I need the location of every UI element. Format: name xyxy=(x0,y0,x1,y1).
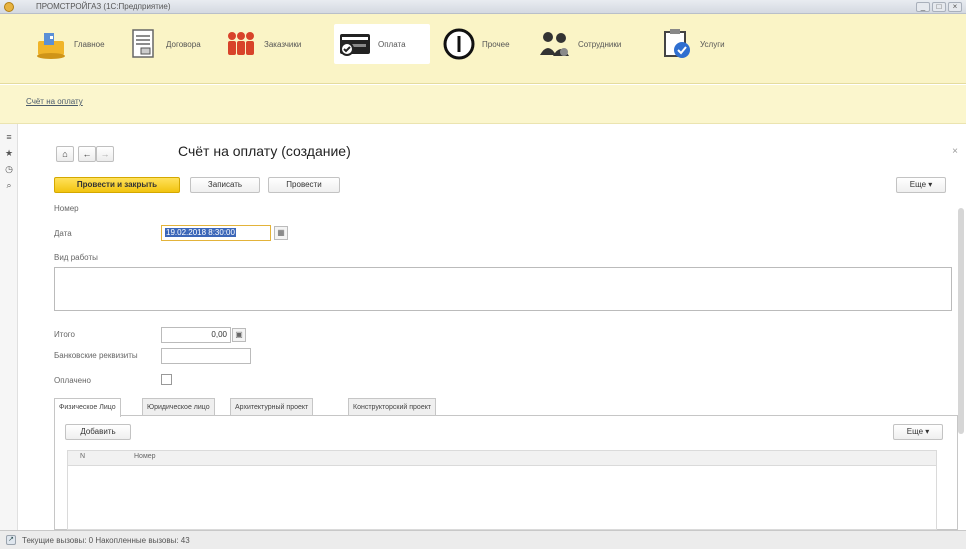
paid-checkbox[interactable] xyxy=(161,374,172,385)
post-button[interactable]: Провести xyxy=(268,177,340,193)
add-row-button[interactable]: Добавить xyxy=(65,424,131,440)
star-icon[interactable]: ★ xyxy=(4,148,14,158)
section-label: Прочее xyxy=(482,39,510,49)
chevron-down-icon: ▾ xyxy=(925,427,930,436)
section-customers[interactable]: Заказчики xyxy=(224,24,301,64)
server-calls-icon[interactable]: ↗ xyxy=(6,535,16,545)
post-and-close-button[interactable]: Провести и закрыть xyxy=(54,177,180,193)
work-type-field[interactable] xyxy=(54,267,952,311)
maximize-button[interactable]: □ xyxy=(932,2,946,12)
info-icon xyxy=(442,27,476,61)
column-header-n[interactable]: N xyxy=(80,453,85,460)
section-label: Оплата xyxy=(378,39,406,49)
forward-button[interactable]: → xyxy=(96,146,114,162)
tab-legal-entity[interactable]: Юридическое лицо xyxy=(142,398,215,416)
bank-details-label: Банковские реквизиты xyxy=(54,351,138,360)
section-label: Договора xyxy=(166,39,201,49)
form-title: Счёт на оплату (создание) xyxy=(178,143,351,159)
section-label: Сотрудники xyxy=(578,39,622,49)
tab-architectural-project[interactable]: Архитектурный проект xyxy=(230,398,314,416)
section-employees[interactable]: Сотрудники xyxy=(538,24,621,64)
search-icon[interactable]: ⌕ xyxy=(4,180,14,190)
history-icon[interactable]: ◷ xyxy=(4,164,14,174)
close-form-button[interactable]: × xyxy=(952,146,958,157)
invoice-form: ⌂ ← → Счёт на оплату (создание) × Провес… xyxy=(18,124,966,530)
work-type-label: Вид работы xyxy=(54,253,98,262)
number-field[interactable] xyxy=(161,202,251,218)
window-titlebar: ПРОМСТРОЙГАЗ (1С:Предприятие) _ □ × xyxy=(0,0,966,14)
app-logo-icon xyxy=(4,2,14,12)
section-other[interactable]: Прочее xyxy=(442,24,510,64)
tab-individual[interactable]: Физическое Лицо xyxy=(54,398,121,417)
payment-card-icon xyxy=(338,27,372,61)
chevron-down-icon: ▾ xyxy=(928,180,933,189)
table-header: N Номер xyxy=(67,450,937,466)
menu-icon[interactable]: ≡ xyxy=(4,132,14,142)
total-label: Итого xyxy=(54,330,75,339)
services-icon xyxy=(660,27,694,61)
table-body[interactable] xyxy=(67,466,937,530)
date-value: 19.02.2018 8:30:00 xyxy=(165,228,236,237)
tab-construction-project[interactable]: Конструкторский проект xyxy=(348,398,437,416)
status-bar: ↗ Текущие вызовы: 0 Накопленные вызовы: … xyxy=(0,530,966,549)
open-windows-bar: Счёт на оплату xyxy=(0,85,966,124)
date-label: Дата xyxy=(54,229,72,238)
form-scrollbar[interactable] xyxy=(958,208,964,434)
column-header-number[interactable]: Номер xyxy=(134,453,156,460)
people-icon xyxy=(224,27,258,61)
section-services[interactable]: Услуги xyxy=(660,24,725,64)
number-label: Номер xyxy=(54,204,79,213)
section-payment[interactable]: Оплата xyxy=(334,24,430,64)
calculator-icon[interactable]: ▣ xyxy=(232,328,246,342)
more-actions-button[interactable]: Еще ▾ xyxy=(896,177,946,193)
table-more-label: Еще xyxy=(906,427,924,436)
save-button[interactable]: Записать xyxy=(190,177,260,193)
employees-icon xyxy=(538,27,572,61)
breadcrumb-invoice-link[interactable]: Счёт на оплату xyxy=(26,97,83,106)
section-label: Главное xyxy=(74,39,105,49)
section-contracts[interactable]: Договора xyxy=(126,24,201,64)
bank-details-field[interactable] xyxy=(161,348,251,364)
total-field[interactable]: 0,00 xyxy=(161,327,231,343)
section-main[interactable]: Главное xyxy=(34,24,105,64)
tab-panel: Добавить Еще ▾ N Номер xyxy=(54,415,958,530)
section-label: Услуги xyxy=(700,39,725,49)
minimize-button[interactable]: _ xyxy=(916,2,930,12)
home-icon xyxy=(34,27,68,61)
section-label: Заказчики xyxy=(264,39,302,49)
left-toolbar: ≡ ★ ◷ ⌕ xyxy=(0,124,18,530)
calendar-icon[interactable]: ▦ xyxy=(274,226,288,240)
date-field[interactable]: 19.02.2018 8:30:00 xyxy=(161,225,271,241)
document-icon xyxy=(126,27,160,61)
table-more-button[interactable]: Еще ▾ xyxy=(893,424,943,440)
status-text: Текущие вызовы: 0 Накопленные вызовы: 43 xyxy=(22,536,190,545)
home-nav-button[interactable]: ⌂ xyxy=(56,146,74,162)
paid-label: Оплачено xyxy=(54,376,91,385)
window-title: ПРОМСТРОЙГАЗ (1С:Предприятие) xyxy=(36,2,171,11)
sections-panel: Главное Договора Заказчики Оплата Прочее… xyxy=(0,14,966,84)
close-window-button[interactable]: × xyxy=(948,2,962,12)
back-button[interactable]: ← xyxy=(78,146,96,162)
more-label: Еще xyxy=(909,180,927,189)
